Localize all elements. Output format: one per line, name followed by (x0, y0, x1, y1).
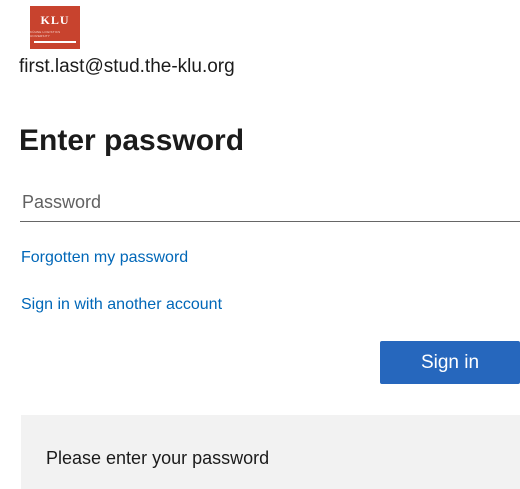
page-title: Enter password (19, 124, 245, 157)
logo-underline (34, 41, 76, 43)
sign-in-another-account-link[interactable]: Sign in with another account (21, 296, 222, 314)
account-email: first.last@stud.the-klu.org (19, 56, 235, 77)
password-input[interactable] (20, 184, 520, 222)
sign-in-button[interactable]: Sign in (380, 341, 520, 384)
organization-logo: KLU KÜHNE LOGISTICS UNIVERSITY (30, 6, 80, 49)
forgot-password-link[interactable]: Forgotten my password (21, 249, 188, 267)
error-message-box: Please enter your password (21, 415, 520, 489)
logo-text: KLU (40, 13, 70, 27)
error-message-text: Please enter your password (46, 448, 270, 468)
logo-subtext: KÜHNE LOGISTICS UNIVERSITY (30, 30, 61, 38)
